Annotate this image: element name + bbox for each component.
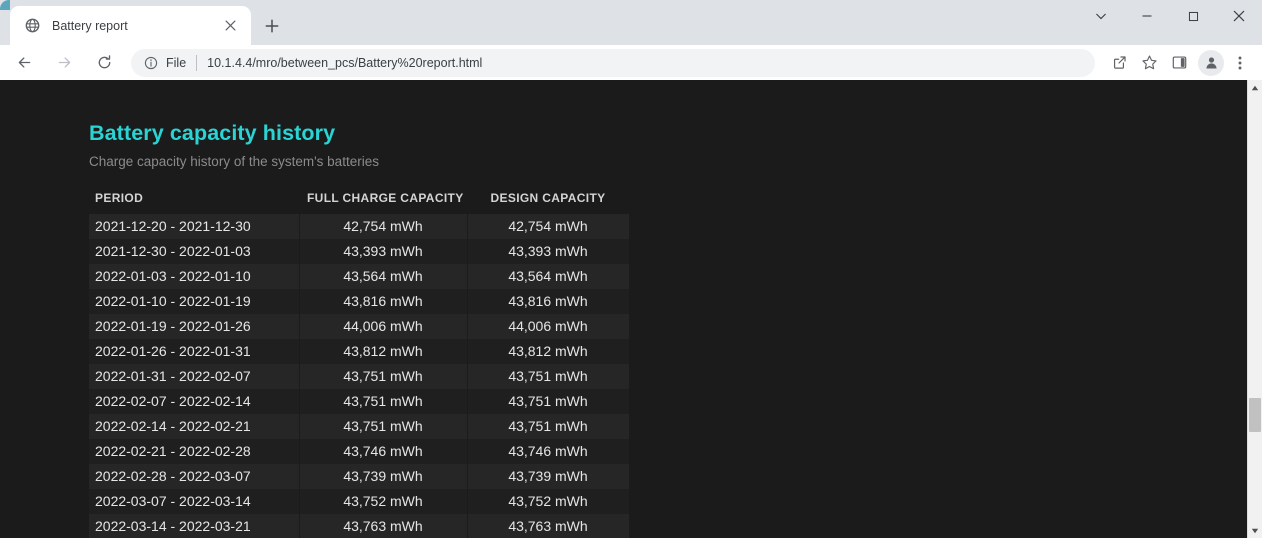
cell-full-charge-capacity: 43,746 mWh (299, 439, 467, 464)
cell-period: 2022-01-31 - 2022-02-07 (89, 364, 299, 389)
cell-design-capacity: 43,752 mWh (467, 489, 629, 514)
table-row: 2022-03-14 - 2022-03-2143,763 mWh43,763 … (89, 514, 629, 538)
back-button[interactable] (10, 49, 38, 77)
cell-design-capacity: 43,751 mWh (467, 389, 629, 414)
cell-period: 2021-12-20 - 2021-12-30 (89, 214, 299, 239)
table-header-row: PERIOD FULL CHARGE CAPACITY DESIGN CAPAC… (89, 191, 629, 214)
table-row: 2021-12-20 - 2021-12-3042,754 mWh42,754 … (89, 214, 629, 239)
url-text: 10.1.4.4/mro/between_pcs/Battery%20repor… (207, 56, 482, 70)
cell-full-charge-capacity: 43,752 mWh (299, 489, 467, 514)
cell-full-charge-capacity: 43,751 mWh (299, 389, 467, 414)
reload-button[interactable] (90, 49, 118, 77)
scrollbar-thumb[interactable] (1249, 398, 1261, 432)
cell-design-capacity: 43,751 mWh (467, 414, 629, 439)
cell-design-capacity: 43,564 mWh (467, 264, 629, 289)
cell-full-charge-capacity: 43,816 mWh (299, 289, 467, 314)
window-controls (1078, 0, 1262, 45)
cell-design-capacity: 43,816 mWh (467, 289, 629, 314)
table-row: 2022-01-19 - 2022-01-2644,006 mWh44,006 … (89, 314, 629, 339)
table-row: 2022-01-03 - 2022-01-1043,564 mWh43,564 … (89, 264, 629, 289)
cell-design-capacity: 43,763 mWh (467, 514, 629, 538)
cell-design-capacity: 42,754 mWh (467, 214, 629, 239)
cell-period: 2022-02-07 - 2022-02-14 (89, 389, 299, 414)
new-tab-button[interactable] (259, 13, 285, 39)
three-dot-menu-icon[interactable] (1226, 49, 1254, 77)
scroll-up-arrow-icon[interactable] (1248, 80, 1262, 95)
cell-full-charge-capacity: 43,763 mWh (299, 514, 467, 538)
table-row: 2022-02-28 - 2022-03-0743,739 mWh43,739 … (89, 464, 629, 489)
cell-full-charge-capacity: 43,812 mWh (299, 339, 467, 364)
table-header: PERIOD FULL CHARGE CAPACITY DESIGN CAPAC… (89, 191, 629, 214)
globe-icon (24, 17, 41, 34)
cell-design-capacity: 43,746 mWh (467, 439, 629, 464)
table-row: 2021-12-30 - 2022-01-0343,393 mWh43,393 … (89, 239, 629, 264)
star-icon[interactable] (1135, 49, 1163, 77)
forward-button[interactable] (50, 49, 78, 77)
cell-period: 2022-02-21 - 2022-02-28 (89, 439, 299, 464)
cell-full-charge-capacity: 43,751 mWh (299, 364, 467, 389)
column-header-design-capacity: DESIGN CAPACITY (467, 191, 629, 214)
table-row: 2022-01-10 - 2022-01-1943,816 mWh43,816 … (89, 289, 629, 314)
cell-full-charge-capacity: 43,739 mWh (299, 464, 467, 489)
close-tab-icon[interactable] (219, 15, 241, 37)
maximize-button[interactable] (1170, 0, 1216, 32)
cell-design-capacity: 43,739 mWh (467, 464, 629, 489)
minimize-button[interactable] (1124, 0, 1170, 32)
url-scheme-label: File (166, 56, 186, 70)
cell-full-charge-capacity: 43,564 mWh (299, 264, 467, 289)
table-row: 2022-03-07 - 2022-03-1443,752 mWh43,752 … (89, 489, 629, 514)
tab-search-chevron-down-icon[interactable] (1078, 0, 1124, 32)
profile-avatar[interactable] (1198, 50, 1224, 76)
table-row: 2022-02-14 - 2022-02-2143,751 mWh43,751 … (89, 414, 629, 439)
battery-report-page: Battery capacity history Charge capacity… (0, 80, 1247, 538)
address-bar[interactable]: File 10.1.4.4/mro/between_pcs/Battery%20… (131, 49, 1095, 77)
close-window-button[interactable] (1216, 0, 1262, 32)
cell-full-charge-capacity: 42,754 mWh (299, 214, 467, 239)
cell-period: 2022-01-10 - 2022-01-19 (89, 289, 299, 314)
toolbar-actions (1103, 49, 1262, 77)
cell-period: 2021-12-30 - 2022-01-03 (89, 239, 299, 264)
table-row: 2022-01-26 - 2022-01-3143,812 mWh43,812 … (89, 339, 629, 364)
page-title: Battery capacity history (89, 122, 1247, 146)
omnibox-divider (196, 55, 197, 71)
browser-window: Battery report (0, 0, 1262, 538)
share-icon[interactable] (1105, 49, 1133, 77)
table-row: 2022-01-31 - 2022-02-0743,751 mWh43,751 … (89, 364, 629, 389)
cell-period: 2022-02-14 - 2022-02-21 (89, 414, 299, 439)
browser-tab[interactable]: Battery report (10, 6, 251, 45)
battery-capacity-history-table: PERIOD FULL CHARGE CAPACITY DESIGN CAPAC… (89, 191, 630, 538)
info-circle-icon[interactable] (143, 55, 159, 71)
cell-full-charge-capacity: 43,751 mWh (299, 414, 467, 439)
column-header-full-charge-capacity: FULL CHARGE CAPACITY (299, 191, 467, 214)
cell-design-capacity: 43,812 mWh (467, 339, 629, 364)
scroll-down-arrow-icon[interactable] (1248, 523, 1262, 538)
browser-toolbar: File 10.1.4.4/mro/between_pcs/Battery%20… (0, 45, 1262, 80)
tab-strip: Battery report (0, 0, 1262, 45)
table-body: 2021-12-20 - 2021-12-3042,754 mWh42,754 … (89, 214, 629, 538)
tab-title: Battery report (52, 19, 219, 33)
page-viewport: Battery capacity history Charge capacity… (0, 80, 1262, 538)
cell-design-capacity: 43,751 mWh (467, 364, 629, 389)
table-row: 2022-02-21 - 2022-02-2843,746 mWh43,746 … (89, 439, 629, 464)
cell-period: 2022-01-19 - 2022-01-26 (89, 314, 299, 339)
cell-period: 2022-03-07 - 2022-03-14 (89, 489, 299, 514)
cell-full-charge-capacity: 43,393 mWh (299, 239, 467, 264)
cell-full-charge-capacity: 44,006 mWh (299, 314, 467, 339)
column-header-period: PERIOD (89, 191, 299, 214)
page-subtitle: Charge capacity history of the system's … (89, 154, 1247, 169)
window-corner-accent (0, 0, 10, 10)
side-panel-icon[interactable] (1165, 49, 1193, 77)
cell-design-capacity: 43,393 mWh (467, 239, 629, 264)
cell-period: 2022-01-26 - 2022-01-31 (89, 339, 299, 364)
cell-design-capacity: 44,006 mWh (467, 314, 629, 339)
vertical-scrollbar[interactable] (1247, 80, 1262, 538)
cell-period: 2022-02-28 - 2022-03-07 (89, 464, 299, 489)
cell-period: 2022-03-14 - 2022-03-21 (89, 514, 299, 538)
table-row: 2022-02-07 - 2022-02-1443,751 mWh43,751 … (89, 389, 629, 414)
cell-period: 2022-01-03 - 2022-01-10 (89, 264, 299, 289)
